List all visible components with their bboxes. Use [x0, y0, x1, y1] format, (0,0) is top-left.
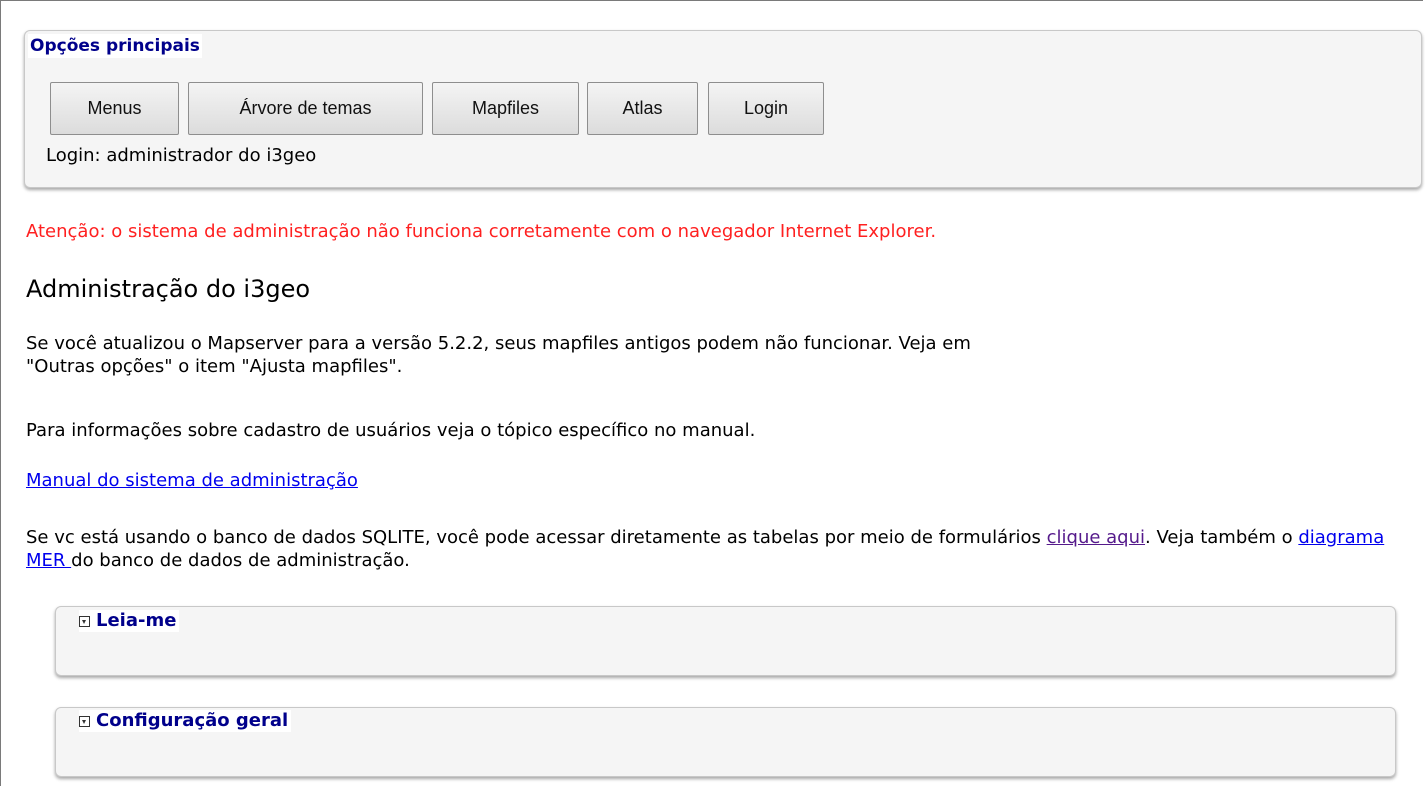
mapserver-notice-line2: "Outras opções" o item "Ajusta mapfiles"… — [26, 356, 403, 377]
menus-button[interactable]: Menus — [50, 82, 179, 135]
sqlite-text-3: do banco de dados de administração. — [71, 550, 410, 571]
atlas-button[interactable]: Atlas — [587, 82, 698, 135]
sqlite-text-2: . Veja também o — [1145, 527, 1299, 548]
manual-link[interactable]: Manual do sistema de administração — [26, 470, 358, 491]
mapserver-notice: Se você atualizou o Mapserver para a ver… — [26, 332, 1406, 378]
users-info: Para informações sobre cadastro de usuár… — [26, 420, 756, 441]
main-options-button-bar: Menus Árvore de temas Mapfiles Atlas Log… — [50, 82, 824, 135]
manual-paragraph: Manual do sistema de administração — [26, 469, 1406, 492]
collapse-icon[interactable] — [79, 615, 90, 627]
collapse-icon[interactable] — [79, 715, 90, 727]
mapserver-notice-line1: Se você atualizou o Mapserver para a ver… — [26, 333, 971, 354]
sqlite-forms-link[interactable]: clique aqui — [1047, 527, 1145, 548]
general-config-panel-header[interactable]: Configuração geral — [79, 710, 292, 732]
sqlite-text-1: Se vc está usando o banco de dados SQLIT… — [26, 527, 1047, 548]
sqlite-paragraph: Se vc está usando o banco de dados SQLIT… — [26, 526, 1406, 572]
login-button[interactable]: Login — [708, 82, 824, 135]
page: Opções principais Menus Árvore de temas … — [0, 0, 1423, 786]
readme-panel-header[interactable]: Leia-me — [79, 610, 180, 632]
main-options-title: Opções principais — [28, 34, 202, 58]
page-title: Administração do i3geo — [26, 275, 311, 303]
theme-tree-button[interactable]: Árvore de temas — [188, 82, 423, 135]
browser-warning: Atenção: o sistema de administração não … — [26, 221, 937, 242]
readme-panel-title: Leia-me — [96, 610, 177, 631]
general-config-panel-title: Configuração geral — [96, 710, 289, 731]
mapfiles-button[interactable]: Mapfiles — [432, 82, 579, 135]
readme-panel — [55, 606, 1396, 676]
login-status: Login: administrador do i3geo — [46, 145, 317, 166]
